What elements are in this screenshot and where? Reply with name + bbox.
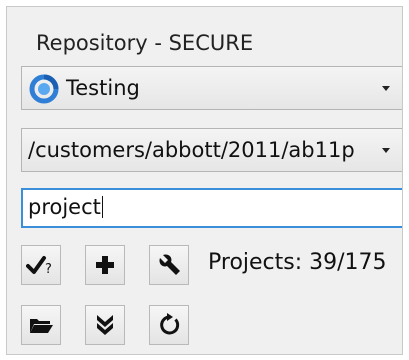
chevron-down-icon[interactable]: [368, 67, 402, 109]
text-caret: [101, 196, 103, 218]
chevron-down-icon[interactable]: [368, 129, 402, 171]
path-dropdown[interactable]: /customers/abbott/2011/ab11p: [21, 128, 402, 172]
double-chevron-down-icon: [97, 315, 113, 335]
path-value: /customers/abbott/2011/ab11p: [28, 138, 355, 162]
repository-value: Testing: [66, 76, 140, 100]
folder-icon: [30, 319, 53, 333]
svg-text:?: ?: [45, 262, 52, 277]
plus-icon: [96, 256, 114, 274]
repository-panel: Repository - SECURE Testing /customers/a…: [6, 6, 403, 355]
panel-title: Repository - SECURE: [36, 31, 254, 55]
refresh-button[interactable]: [149, 305, 189, 345]
add-button[interactable]: [85, 245, 125, 285]
repository-dropdown[interactable]: Testing: [21, 66, 402, 110]
projects-count: Projects: 39/175: [208, 250, 387, 275]
check-query-button[interactable]: ?: [21, 245, 61, 285]
refresh-icon: [160, 313, 180, 335]
settings-button[interactable]: [149, 245, 189, 285]
check-question-icon: ?: [26, 256, 52, 277]
download-button[interactable]: [85, 305, 125, 345]
repository-icon: [29, 74, 59, 104]
wrench-icon: [159, 254, 180, 275]
search-input-value: project: [28, 195, 103, 219]
open-folder-button[interactable]: [21, 305, 61, 345]
search-input[interactable]: project: [21, 188, 402, 228]
